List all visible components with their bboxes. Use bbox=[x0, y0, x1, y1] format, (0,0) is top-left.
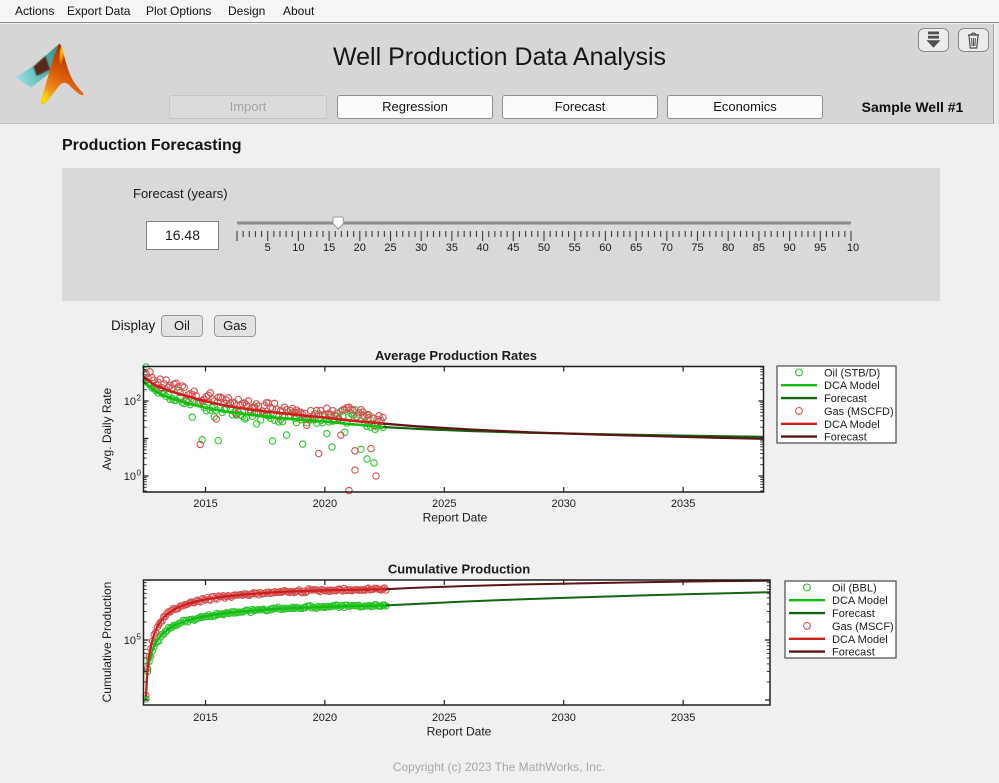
svg-text:Forecast: Forecast bbox=[824, 432, 867, 444]
svg-text:2030: 2030 bbox=[551, 712, 575, 724]
svg-text:Cumulative Production: Cumulative Production bbox=[100, 582, 114, 703]
svg-text:2035: 2035 bbox=[671, 712, 695, 724]
svg-text:DCA Model: DCA Model bbox=[832, 634, 888, 646]
svg-text:Oil (BBL): Oil (BBL) bbox=[832, 582, 877, 594]
svg-text:Report Date: Report Date bbox=[427, 725, 492, 739]
svg-text:Copyright (c) 2023 The MathWor: Copyright (c) 2023 The MathWorks, Inc. bbox=[393, 760, 605, 774]
svg-text:2030: 2030 bbox=[551, 498, 575, 510]
svg-text:Average Production Rates: Average Production Rates bbox=[375, 348, 537, 363]
svg-text:10: 10 bbox=[124, 635, 136, 647]
svg-text:2020: 2020 bbox=[313, 712, 337, 724]
svg-text:Avg. Daily Rate: Avg. Daily Rate bbox=[100, 387, 114, 470]
svg-text:10: 10 bbox=[124, 396, 136, 408]
svg-text:Gas (MSCF): Gas (MSCF) bbox=[832, 621, 894, 633]
svg-text:DCA Model: DCA Model bbox=[824, 419, 880, 431]
svg-text:Oil (STB/D): Oil (STB/D) bbox=[824, 367, 880, 379]
svg-text:2025: 2025 bbox=[432, 498, 456, 510]
svg-text:10: 10 bbox=[124, 471, 136, 483]
svg-text:2: 2 bbox=[137, 394, 142, 403]
svg-text:2015: 2015 bbox=[193, 498, 217, 510]
svg-text:Report Date: Report Date bbox=[423, 511, 488, 525]
svg-text:Forecast: Forecast bbox=[832, 647, 875, 659]
svg-text:2020: 2020 bbox=[313, 498, 337, 510]
svg-text:Gas (MSCFD): Gas (MSCFD) bbox=[824, 406, 894, 418]
svg-text:2015: 2015 bbox=[193, 712, 217, 724]
svg-text:Forecast: Forecast bbox=[824, 393, 867, 405]
svg-text:0: 0 bbox=[137, 469, 142, 478]
svg-text:5: 5 bbox=[137, 633, 142, 642]
svg-text:DCA Model: DCA Model bbox=[824, 380, 880, 392]
svg-text:2035: 2035 bbox=[671, 498, 695, 510]
svg-text:2025: 2025 bbox=[432, 712, 456, 724]
svg-text:DCA Model: DCA Model bbox=[832, 595, 888, 607]
svg-text:Cumulative Production: Cumulative Production bbox=[388, 562, 530, 577]
svg-text:Forecast: Forecast bbox=[832, 608, 875, 620]
